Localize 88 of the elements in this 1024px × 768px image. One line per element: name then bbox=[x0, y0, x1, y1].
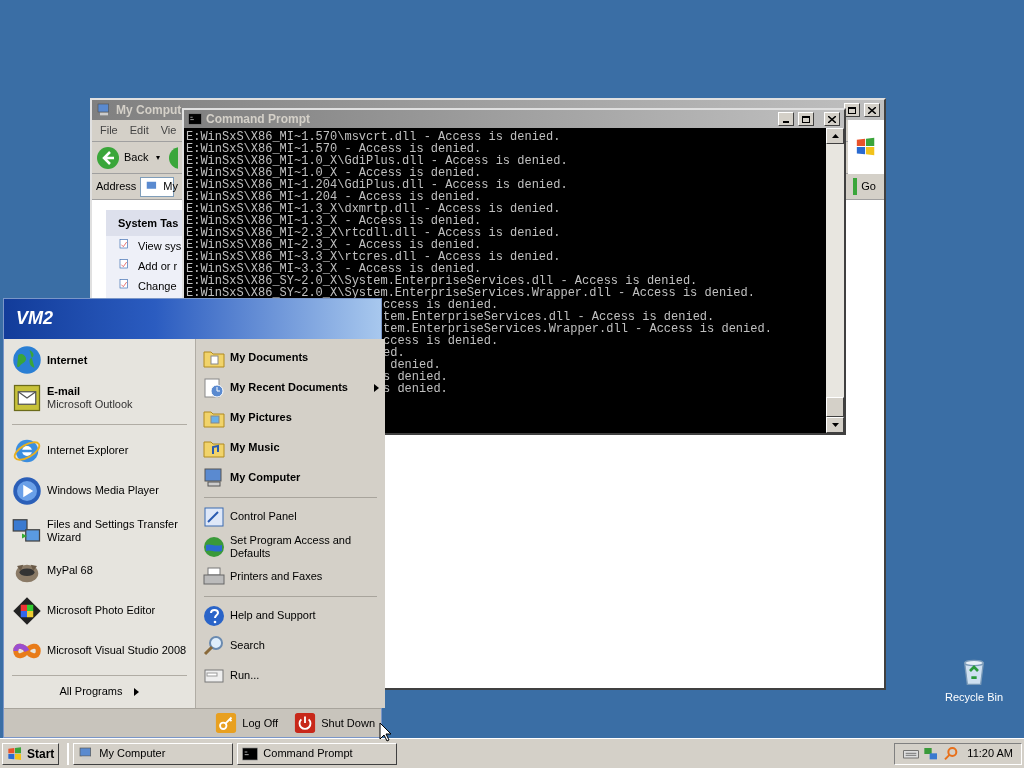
console-line: E:WinSxS\X86_MI~1.0_X - Access is denied. bbox=[186, 167, 482, 179]
console-line: E:WinSxS\X86_SY~2.0_X\System.EnterpriseServices.Wrapper.dll - Access is denied. bbox=[186, 287, 755, 299]
console-line: ccess is denied. bbox=[383, 299, 499, 311]
log-off-button[interactable]: Log Off bbox=[215, 711, 279, 734]
console-line: E:WinSxS\X86_MI~3.3_X\rtcres.dll - Access is denied. bbox=[186, 251, 561, 263]
place-item[interactable]: My Computer bbox=[200, 462, 381, 493]
place-item[interactable]: My Documents bbox=[200, 342, 381, 373]
globe-icon bbox=[12, 345, 42, 376]
help-icon bbox=[202, 603, 226, 628]
scroll-down-button[interactable] bbox=[826, 417, 844, 433]
console-line: E:WinSxS\X86_MI~3.3_X - Access is denied. bbox=[186, 263, 482, 275]
clock-document-icon bbox=[202, 375, 226, 400]
back-button[interactable]: Back ▾ bbox=[96, 145, 161, 170]
mail-icon bbox=[12, 382, 42, 413]
desktop-icon[interactable]: Recycle Bin bbox=[934, 655, 1014, 706]
taskbar-button[interactable]: My Computer bbox=[73, 742, 234, 765]
search-icon bbox=[202, 633, 226, 658]
place-item[interactable]: Set Program Access and Defaults bbox=[200, 531, 381, 562]
windows-flag-icon bbox=[855, 136, 877, 158]
window-title: Command Prompt bbox=[206, 111, 310, 128]
power-icon bbox=[294, 711, 317, 734]
program-item[interactable]: Files and Settings Transfer Wizard bbox=[8, 510, 191, 551]
task-link[interactable]: Change bbox=[118, 276, 177, 296]
place-item[interactable]: Control Panel bbox=[200, 501, 381, 532]
console-line: denied. bbox=[389, 359, 441, 371]
console-line: tem.EnterpriseServices.dll - Access is denied. bbox=[383, 311, 715, 323]
go-button[interactable]: Go bbox=[853, 178, 880, 195]
clock: 11:20 AM bbox=[967, 746, 1013, 762]
console-line: E:WinSxS\X86_SY~2.0_X\System.EnterpriseServices.dll - Access is denied. bbox=[186, 275, 698, 287]
menu-item[interactable]: File bbox=[100, 122, 118, 139]
scroll-up-button[interactable] bbox=[826, 128, 844, 144]
arrow-icon bbox=[374, 383, 379, 392]
pinned-item[interactable]: Internet bbox=[8, 342, 191, 378]
window-title: My Comput bbox=[116, 102, 182, 119]
arrow-icon bbox=[134, 687, 140, 696]
maximize-button[interactable] bbox=[798, 112, 814, 126]
arrow-down-icon bbox=[831, 423, 839, 427]
windows-flag-icon bbox=[7, 745, 23, 762]
console-line: E:WinSxS\X86_MI~2.3_X - Access is denied. bbox=[186, 239, 482, 251]
photo-editor-icon bbox=[12, 595, 42, 626]
program-item[interactable]: Internet Explorer bbox=[8, 430, 191, 471]
console-line: E:WinSxS\X86_MI~1.0_X\GdiPlus.dll - Access is denied. bbox=[186, 155, 568, 167]
place-item[interactable]: Printers and Faxes bbox=[200, 561, 381, 592]
place-item[interactable]: Run... bbox=[200, 660, 381, 691]
task-link[interactable]: Add or r bbox=[118, 256, 178, 276]
menu-item[interactable]: Vie bbox=[160, 122, 177, 139]
taskbar-button[interactable]: Command Prompt bbox=[237, 742, 398, 765]
close-icon bbox=[868, 106, 876, 114]
task-link[interactable]: View sys bbox=[118, 236, 182, 256]
close-button[interactable] bbox=[864, 103, 880, 117]
close-button[interactable] bbox=[824, 112, 840, 126]
place-item[interactable]: My Pictures bbox=[200, 402, 381, 433]
close-icon bbox=[828, 115, 836, 123]
console-line: E:WinSxS\X86_MI~1.570\msvcrt.dll - Access is denied. bbox=[186, 131, 561, 143]
pinned-item[interactable]: E-mail Microsoft Outlook bbox=[8, 377, 191, 418]
console-line: E:WinSxS\X86_MI~1.570 - Access is denied. bbox=[186, 143, 482, 155]
console-line: E:WinSxS\X86_MI~1.204 - Access is denied. bbox=[186, 191, 482, 203]
place-item[interactable]: Search bbox=[200, 630, 381, 661]
program-item[interactable]: Windows Media Player bbox=[8, 470, 191, 511]
all-programs-button[interactable]: All Programs bbox=[8, 679, 191, 704]
console-icon bbox=[188, 112, 202, 126]
control-panel-icon bbox=[202, 504, 226, 529]
shut-down-button[interactable]: Shut Down bbox=[294, 711, 375, 734]
console-line: E:WinSxS\X86_MI~1.204\GdiPlus.dll - Access is denied. bbox=[186, 179, 568, 191]
network-icon bbox=[923, 745, 940, 762]
minimize-button[interactable] bbox=[778, 112, 794, 126]
play-icon bbox=[12, 475, 42, 506]
magnifier-icon bbox=[943, 745, 960, 762]
key-icon bbox=[215, 711, 238, 734]
globe-icon bbox=[202, 534, 226, 559]
place-item[interactable]: Help and Support bbox=[200, 600, 381, 631]
console-icon bbox=[242, 745, 259, 762]
place-item[interactable]: My Music bbox=[200, 432, 381, 463]
program-item[interactable]: Microsoft Visual Studio 2008 bbox=[8, 630, 191, 671]
menu-item[interactable]: Edit bbox=[129, 122, 149, 139]
item-title: E-mail bbox=[47, 384, 81, 398]
address-label: Address bbox=[96, 179, 137, 195]
start-button[interactable]: Start bbox=[2, 742, 60, 765]
place-item[interactable]: My Recent Documents bbox=[200, 372, 381, 403]
arrow-up-icon bbox=[831, 134, 839, 138]
program-item[interactable]: Microsoft Photo Editor bbox=[8, 590, 191, 631]
scroll-thumb[interactable] bbox=[826, 397, 844, 417]
user-name: VM2 bbox=[16, 307, 53, 331]
maximize-button[interactable] bbox=[844, 103, 860, 117]
console-line: tem.EnterpriseServices.Wrapper.dll - Access is denied. bbox=[383, 323, 772, 335]
item-subtitle: Microsoft Outlook bbox=[47, 397, 133, 411]
program-item[interactable]: MyPal 68 bbox=[8, 550, 191, 591]
computer-icon bbox=[96, 102, 112, 118]
